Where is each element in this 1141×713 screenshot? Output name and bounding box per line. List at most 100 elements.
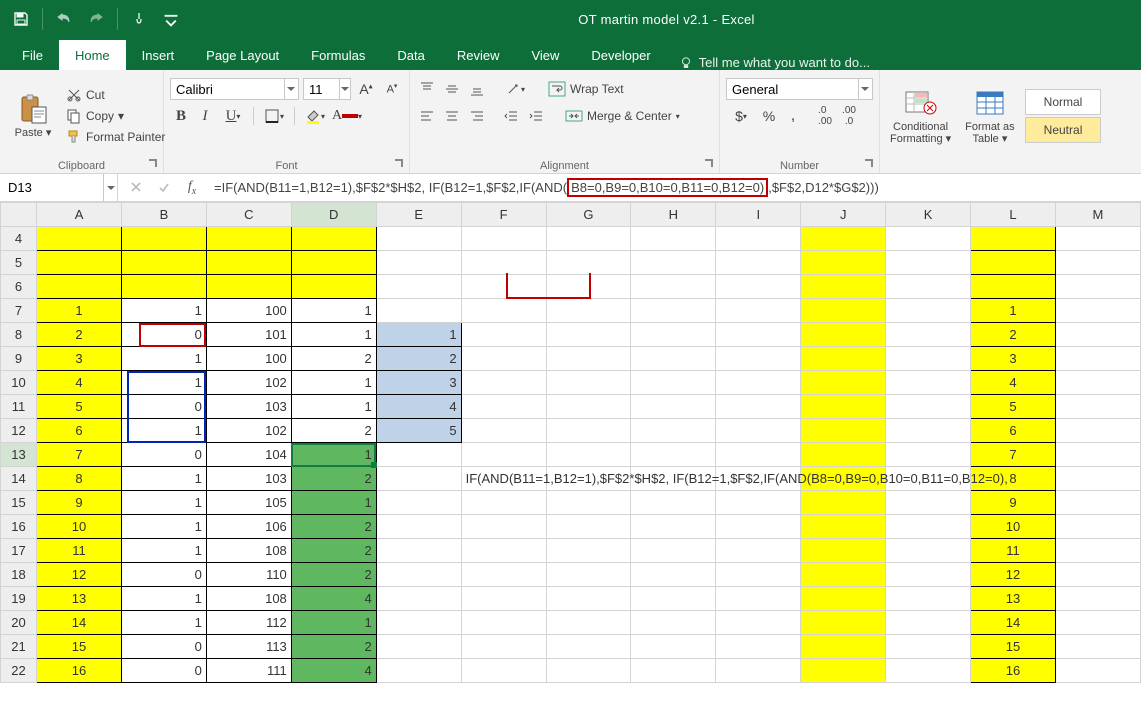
tab-developer[interactable]: Developer <box>575 40 666 70</box>
cell-M10[interactable] <box>1055 371 1140 395</box>
cell-J18[interactable] <box>801 563 886 587</box>
cell-G7[interactable] <box>546 299 631 323</box>
row-header-18[interactable]: 18 <box>1 563 37 587</box>
copy-button[interactable]: Copy ▾ <box>64 107 167 125</box>
cell-I17[interactable] <box>716 539 801 563</box>
cell-J19[interactable] <box>801 587 886 611</box>
cell-H21[interactable] <box>631 635 716 659</box>
cell-H17[interactable] <box>631 539 716 563</box>
touch-mode-icon[interactable] <box>126 6 152 32</box>
cell-D14[interactable]: 2 <box>291 467 376 491</box>
cell-F4[interactable] <box>461 227 546 251</box>
cell-J8[interactable] <box>801 323 886 347</box>
underline-button[interactable]: U ▾ <box>218 105 248 127</box>
cell-I16[interactable] <box>716 515 801 539</box>
cell-K13[interactable] <box>886 443 971 467</box>
cell-D6[interactable] <box>291 275 376 299</box>
fx-icon[interactable]: fx <box>178 179 206 197</box>
cell-B7[interactable]: 1 <box>121 299 206 323</box>
cell-I11[interactable] <box>716 395 801 419</box>
percent-button[interactable]: % <box>758 105 780 127</box>
select-all-corner[interactable] <box>1 203 37 227</box>
cell-A8[interactable]: 2 <box>37 323 122 347</box>
cell-A18[interactable]: 12 <box>37 563 122 587</box>
cell-D11[interactable]: 1 <box>291 395 376 419</box>
cell-H5[interactable] <box>631 251 716 275</box>
cell-A14[interactable]: 8 <box>37 467 122 491</box>
cell-B19[interactable]: 1 <box>121 587 206 611</box>
cell-B14[interactable]: 1 <box>121 467 206 491</box>
cell-D18[interactable]: 2 <box>291 563 376 587</box>
cell-M8[interactable] <box>1055 323 1140 347</box>
row-header-8[interactable]: 8 <box>1 323 37 347</box>
cell-H4[interactable] <box>631 227 716 251</box>
cell-F17[interactable] <box>461 539 546 563</box>
cell-A17[interactable]: 11 <box>37 539 122 563</box>
cell-F9[interactable] <box>461 347 546 371</box>
cell-L4[interactable] <box>971 227 1056 251</box>
formula-input[interactable]: =IF(AND(B11=1,B12=1),$F$2*$H$2, IF(B12=1… <box>210 174 1141 201</box>
cell-G13[interactable] <box>546 443 631 467</box>
cell-J12[interactable] <box>801 419 886 443</box>
cell-A13[interactable]: 7 <box>37 443 122 467</box>
style-neutral[interactable]: Neutral <box>1025 117 1102 143</box>
row-header-13[interactable]: 13 <box>1 443 37 467</box>
cell-G22[interactable] <box>546 659 631 683</box>
cell-I18[interactable] <box>716 563 801 587</box>
border-button[interactable]: ▾ <box>259 105 289 127</box>
cancel-formula-icon[interactable] <box>122 180 150 194</box>
cell-C12[interactable]: 102 <box>206 419 291 443</box>
cell-C7[interactable]: 100 <box>206 299 291 323</box>
cell-I4[interactable] <box>716 227 801 251</box>
cell-H6[interactable] <box>631 275 716 299</box>
cell-K6[interactable] <box>886 275 971 299</box>
cell-D4[interactable] <box>291 227 376 251</box>
cell-D8[interactable]: 1 <box>291 323 376 347</box>
cell-E8[interactable]: 1 <box>376 323 461 347</box>
cell-H12[interactable] <box>631 419 716 443</box>
cell-L5[interactable] <box>971 251 1056 275</box>
cell-C15[interactable]: 105 <box>206 491 291 515</box>
align-top-icon[interactable] <box>416 78 438 100</box>
cell-H20[interactable] <box>631 611 716 635</box>
tab-view[interactable]: View <box>515 40 575 70</box>
cell-C6[interactable] <box>206 275 291 299</box>
cell-G9[interactable] <box>546 347 631 371</box>
orientation-button[interactable]: ▾ <box>500 78 530 100</box>
cell-H15[interactable] <box>631 491 716 515</box>
cell-F10[interactable] <box>461 371 546 395</box>
cell-B18[interactable]: 0 <box>121 563 206 587</box>
increase-font-icon[interactable]: A▴ <box>355 78 377 100</box>
decrease-decimal-icon[interactable]: .00 .0 <box>838 105 860 127</box>
cell-H11[interactable] <box>631 395 716 419</box>
cell-J22[interactable] <box>801 659 886 683</box>
cell-H19[interactable] <box>631 587 716 611</box>
cell-E17[interactable] <box>376 539 461 563</box>
save-icon[interactable] <box>8 6 34 32</box>
cell-A20[interactable]: 14 <box>37 611 122 635</box>
cell-A21[interactable]: 15 <box>37 635 122 659</box>
cell-J11[interactable] <box>801 395 886 419</box>
col-header-G[interactable]: G <box>546 203 631 227</box>
row-header-5[interactable]: 5 <box>1 251 37 275</box>
cell-L18[interactable]: 12 <box>971 563 1056 587</box>
qat-customize-icon[interactable] <box>158 6 184 32</box>
cell-D16[interactable]: 2 <box>291 515 376 539</box>
cell-B9[interactable]: 1 <box>121 347 206 371</box>
cell-I6[interactable] <box>716 275 801 299</box>
cell-K22[interactable] <box>886 659 971 683</box>
row-header-16[interactable]: 16 <box>1 515 37 539</box>
comma-style-button[interactable]: , <box>782 105 804 127</box>
cell-L13[interactable]: 7 <box>971 443 1056 467</box>
decrease-font-icon[interactable]: A▾ <box>381 78 403 100</box>
cell-M14[interactable] <box>1055 467 1140 491</box>
cell-H10[interactable] <box>631 371 716 395</box>
cell-G19[interactable] <box>546 587 631 611</box>
row-header-22[interactable]: 22 <box>1 659 37 683</box>
cell-G4[interactable] <box>546 227 631 251</box>
col-header-J[interactable]: J <box>801 203 886 227</box>
cell-I15[interactable] <box>716 491 801 515</box>
cell-F8[interactable] <box>461 323 546 347</box>
cell-A19[interactable]: 13 <box>37 587 122 611</box>
cell-M15[interactable] <box>1055 491 1140 515</box>
